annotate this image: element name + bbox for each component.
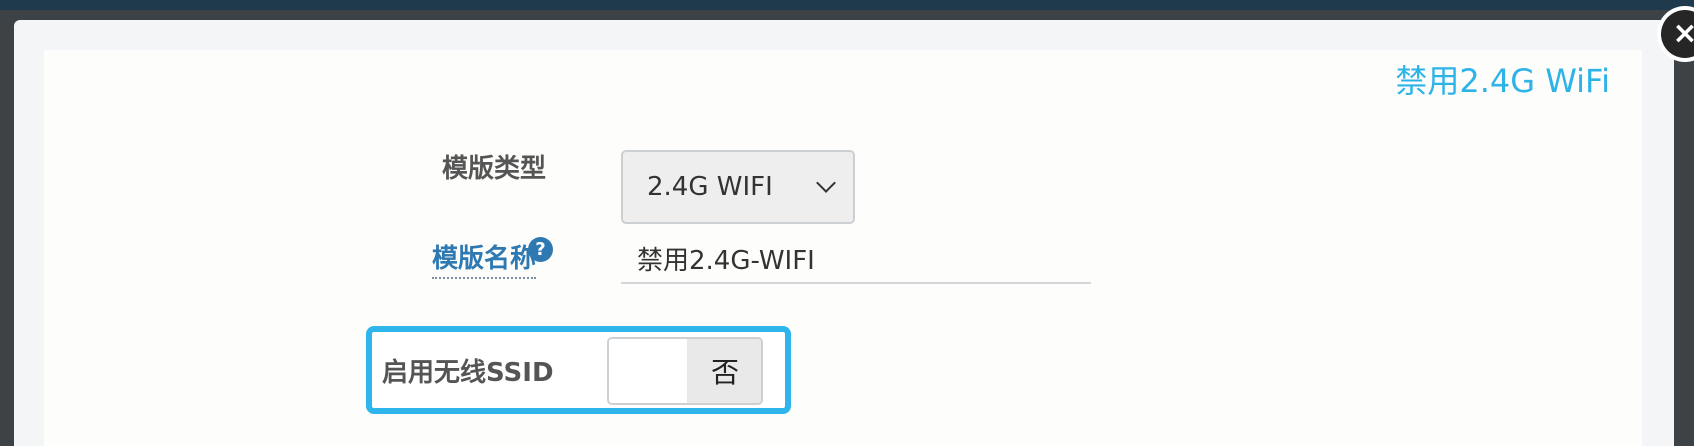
ssid-enable-toggle[interactable]: 否 — [607, 337, 763, 405]
chevron-down-icon — [816, 173, 836, 193]
template-name-label[interactable]: 模版名称 — [431, 238, 536, 279]
help-icon[interactable]: ? — [528, 237, 553, 262]
ssid-enable-row: 启用无线SSID 否 — [366, 326, 791, 414]
template-type-select[interactable]: 2.4G WIFI — [621, 150, 855, 224]
form-panel: 禁用2.4G WiFi 模版类型 2.4G WIFI 模版名称 ? 启用无线SS… — [44, 50, 1642, 446]
disable-24g-wifi-link[interactable]: 禁用2.4G WiFi — [1395, 56, 1610, 102]
app-top-bar — [0, 0, 1694, 10]
template-type-value: 2.4G WIFI — [647, 172, 773, 202]
template-type-label: 模版类型 — [441, 154, 546, 184]
modal-dialog: × 禁用2.4G WiFi 模版类型 2.4G WIFI 模版名称 ? 启用无线… — [14, 6, 1694, 446]
ssid-enable-label: 启用无线SSID — [382, 358, 554, 388]
toggle-on-slot — [609, 339, 687, 403]
template-name-input[interactable] — [621, 234, 1091, 284]
close-icon: × — [1661, 10, 1694, 58]
toggle-off-state: 否 — [687, 339, 761, 403]
